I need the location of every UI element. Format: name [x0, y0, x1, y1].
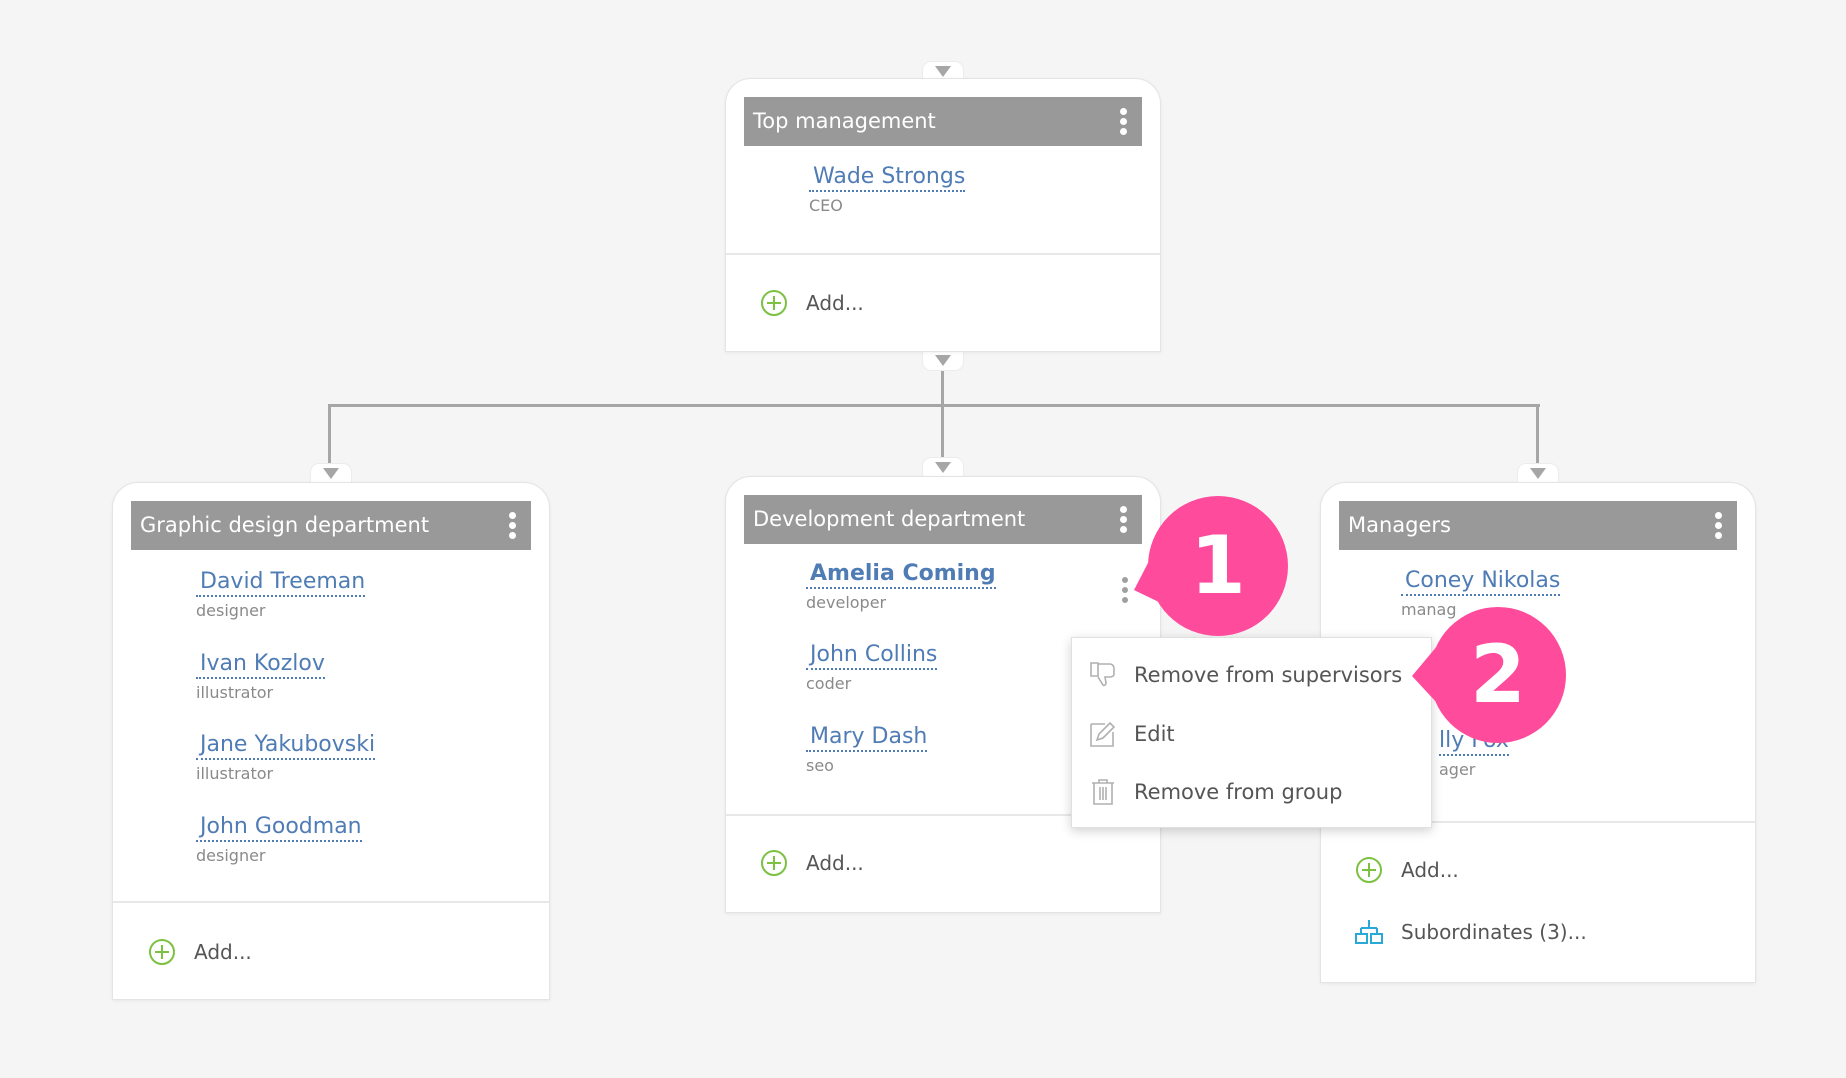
add-label: Add...	[1401, 858, 1459, 882]
collapse-tab[interactable]	[1517, 463, 1559, 483]
add-button[interactable]: Add...	[148, 937, 252, 967]
group-card-graphic-design: Graphic design department David Treeman …	[112, 482, 550, 1000]
add-button[interactable]: Add...	[1355, 855, 1459, 885]
group-menu-button[interactable]	[1713, 512, 1723, 540]
member-role: illustrator	[196, 683, 274, 702]
subordinates-button[interactable]: Subordinates (3)...	[1355, 917, 1587, 947]
group-title: Managers	[1348, 513, 1451, 537]
callout-number: 2	[1470, 628, 1526, 721]
thumbs-down-icon	[1090, 662, 1115, 687]
member-menu-button[interactable]	[1120, 577, 1130, 607]
member-role: illustrator	[196, 764, 274, 783]
member-role: designer	[196, 601, 266, 620]
expand-tab[interactable]	[922, 351, 964, 371]
add-icon	[1356, 857, 1382, 883]
member-context-menu: Remove from supervisors Edit Remove from…	[1071, 637, 1432, 828]
group-menu-button[interactable]	[1118, 506, 1128, 534]
add-button[interactable]: Add...	[760, 848, 864, 878]
member-name-link[interactable]: Amelia Coming	[806, 561, 996, 589]
member-name-link[interactable]: John Collins	[806, 642, 938, 670]
group-header: Graphic design department	[131, 501, 531, 550]
subordinates-label: Subordinates (3)...	[1401, 920, 1587, 944]
member-role: developer	[806, 593, 887, 612]
callout-badge-2: 2	[1412, 605, 1568, 745]
member-name-link[interactable]: Coney Nikolas	[1401, 568, 1561, 596]
member-item: Wade Strongs CEO	[809, 164, 966, 215]
callout-number: 1	[1190, 519, 1246, 612]
member-name-link[interactable]: John Goodman	[196, 814, 362, 842]
connector-horizontal	[328, 404, 1540, 407]
group-title: Graphic design department	[140, 513, 430, 537]
add-icon	[761, 290, 787, 316]
member-item: Ivan Kozlov illustrator	[196, 651, 325, 702]
trash-icon	[1092, 779, 1114, 805]
subordinates-icon	[1355, 920, 1383, 944]
add-icon	[149, 939, 175, 965]
menu-item-edit[interactable]: Edit	[1088, 714, 1175, 754]
member-role: ager	[1439, 760, 1476, 779]
member-name-link[interactable]: Ivan Kozlov	[196, 651, 325, 679]
member-role: coder	[806, 674, 852, 693]
group-title: Development department	[753, 507, 1026, 531]
group-header: Managers	[1339, 501, 1737, 550]
group-title: Top management	[753, 109, 936, 133]
divider	[726, 253, 1160, 255]
edit-icon	[1090, 721, 1116, 747]
member-name-link[interactable]: Jane Yakubovski	[196, 732, 376, 760]
callout-badge-1: 1	[1134, 496, 1288, 636]
member-name-link[interactable]: Wade Strongs	[809, 164, 966, 192]
add-label: Add...	[806, 851, 864, 875]
menu-item-remove-from-supervisors[interactable]: Remove from supervisors	[1088, 655, 1402, 695]
member-item: John Collins coder	[806, 642, 938, 693]
menu-item-remove-from-group[interactable]: Remove from group	[1088, 772, 1342, 812]
member-item: Jane Yakubovski illustrator	[196, 732, 376, 783]
group-header: Top management	[744, 97, 1142, 146]
divider	[113, 901, 549, 903]
group-card-top-management: Top management Wade Strongs CEO Add...	[725, 78, 1161, 352]
group-menu-button[interactable]	[507, 512, 517, 540]
add-button[interactable]: Add...	[760, 288, 864, 318]
member-item: Mary Dash seo	[806, 724, 928, 775]
group-header: Development department	[744, 495, 1142, 544]
member-role: seo	[806, 756, 834, 775]
menu-item-label: Edit	[1134, 722, 1175, 746]
add-label: Add...	[194, 940, 252, 964]
member-item: Amelia Coming developer	[806, 561, 996, 612]
member-name-link[interactable]: Mary Dash	[806, 724, 928, 752]
member-role: designer	[196, 846, 266, 865]
member-item: John Goodman designer	[196, 814, 362, 865]
member-name-link[interactable]: David Treeman	[196, 569, 366, 597]
menu-item-label: Remove from supervisors	[1134, 663, 1403, 687]
collapse-tab[interactable]	[310, 463, 352, 483]
member-item: David Treeman designer	[196, 569, 366, 620]
add-label: Add...	[806, 291, 864, 315]
member-role: CEO	[809, 196, 843, 215]
add-icon	[761, 850, 787, 876]
collapse-tab[interactable]	[922, 457, 964, 477]
group-menu-button[interactable]	[1118, 108, 1128, 136]
menu-item-label: Remove from group	[1134, 780, 1343, 804]
